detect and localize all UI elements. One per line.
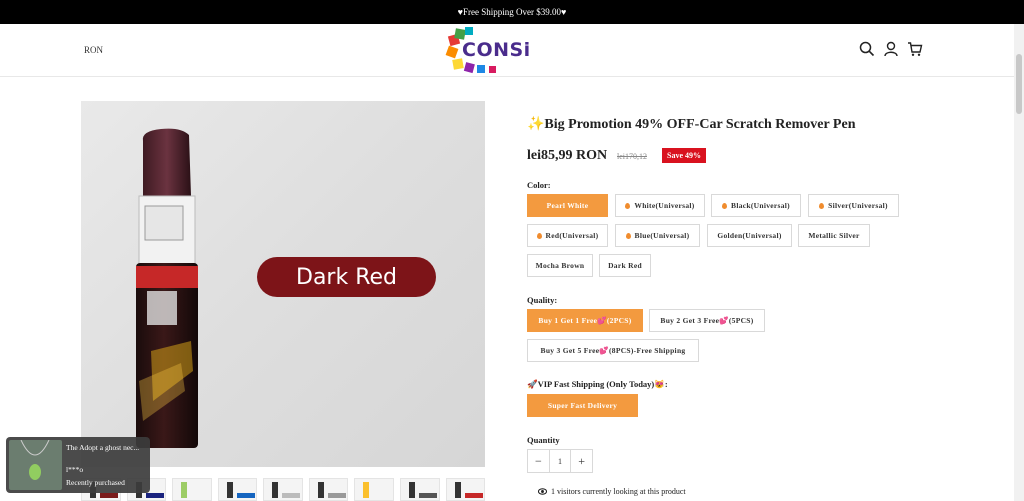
thumbnail[interactable] bbox=[263, 478, 303, 501]
color-name-banner: Dark Red bbox=[257, 257, 436, 297]
color-option-silver[interactable]: Silver(Universal) bbox=[808, 194, 899, 217]
quantity-increase-button[interactable]: + bbox=[571, 450, 592, 472]
thumbnail[interactable] bbox=[354, 478, 394, 501]
color-option-blue[interactable]: Blue(Universal) bbox=[615, 224, 700, 247]
shipping-option-super-fast[interactable]: Super Fast Delivery bbox=[527, 394, 638, 417]
search-icon[interactable] bbox=[859, 41, 875, 57]
flame-icon bbox=[625, 202, 631, 209]
visitors-text: 1 visitors currently looking at this pro… bbox=[551, 487, 686, 496]
thumbnail[interactable] bbox=[172, 478, 212, 501]
quantity-stepper: − 1 + bbox=[527, 449, 593, 473]
color-option-dark-red[interactable]: Dark Red bbox=[599, 254, 651, 277]
account-icon[interactable] bbox=[883, 41, 899, 57]
flame-icon bbox=[536, 232, 542, 239]
product-title: ✨Big Promotion 49% OFF-Car Scratch Remov… bbox=[527, 117, 856, 132]
compare-price: lei170,12 bbox=[617, 152, 647, 161]
announcement-text: ♥Free Shipping Over $39.00♥ bbox=[457, 7, 567, 17]
thumbnail[interactable] bbox=[308, 478, 349, 501]
product-main-image[interactable]: Dark Red bbox=[81, 101, 485, 467]
popup-subtitle: Recently purchased bbox=[66, 478, 125, 487]
cart-icon[interactable] bbox=[907, 41, 923, 57]
quality-option-2pcs[interactable]: Buy 1 Get 1 Free💕(2PCS) bbox=[527, 309, 643, 332]
thumbnail[interactable] bbox=[399, 478, 440, 501]
currency-selector[interactable]: RON bbox=[84, 45, 103, 55]
flame-icon bbox=[722, 202, 728, 209]
scrollbar-thumb[interactable] bbox=[1016, 54, 1022, 114]
recent-purchase-popup[interactable]: The Adopt a ghost nec... l***o Recently … bbox=[6, 437, 150, 493]
quantity-decrease-button[interactable]: − bbox=[528, 450, 549, 472]
popup-buyer: l***o bbox=[66, 465, 84, 474]
color-option-metallic-silver[interactable]: Metallic Silver bbox=[798, 224, 870, 247]
announcement-bar: ♥Free Shipping Over $39.00♥ bbox=[0, 0, 1024, 24]
necklace-image bbox=[9, 440, 62, 490]
save-badge: Save 49% bbox=[662, 148, 706, 163]
flame-icon bbox=[625, 232, 631, 239]
color-option-pearl-white[interactable]: Pearl White bbox=[527, 194, 608, 217]
flame-icon bbox=[819, 202, 825, 209]
color-option-white[interactable]: White(Universal) bbox=[615, 194, 705, 217]
site-header: RON CONSi bbox=[0, 24, 1014, 77]
quality-option-8pcs[interactable]: Buy 3 Get 5 Free💕(8PCS)-Free Shipping bbox=[527, 339, 699, 362]
page-scrollbar[interactable] bbox=[1014, 24, 1024, 501]
logo-text: CONSi bbox=[462, 39, 531, 61]
color-option-black[interactable]: Black(Universal) bbox=[711, 194, 801, 217]
color-option-golden[interactable]: Golden(Universal) bbox=[707, 224, 792, 247]
popup-product-name: The Adopt a ghost nec... bbox=[66, 443, 140, 452]
quality-label: Quality: bbox=[527, 295, 558, 305]
shipping-label: 🚀VIP Fast Shipping (Only Today)😻: bbox=[527, 379, 668, 389]
quantity-label: Quantity bbox=[527, 435, 560, 445]
thumbnail[interactable] bbox=[217, 478, 258, 501]
visitors-notice: 1 visitors currently looking at this pro… bbox=[538, 487, 686, 496]
color-option-red[interactable]: Red(Universal) bbox=[527, 224, 608, 247]
quantity-input[interactable]: 1 bbox=[548, 450, 572, 472]
product-price: lei85,99 RON bbox=[527, 148, 608, 163]
color-option-mocha-brown[interactable]: Mocha Brown bbox=[527, 254, 593, 277]
color-label: Color: bbox=[527, 180, 551, 190]
eye-icon bbox=[538, 488, 547, 495]
thumbnail[interactable] bbox=[445, 478, 486, 501]
quality-option-5pcs[interactable]: Buy 2 Get 3 Free💕(5PCS) bbox=[649, 309, 765, 332]
